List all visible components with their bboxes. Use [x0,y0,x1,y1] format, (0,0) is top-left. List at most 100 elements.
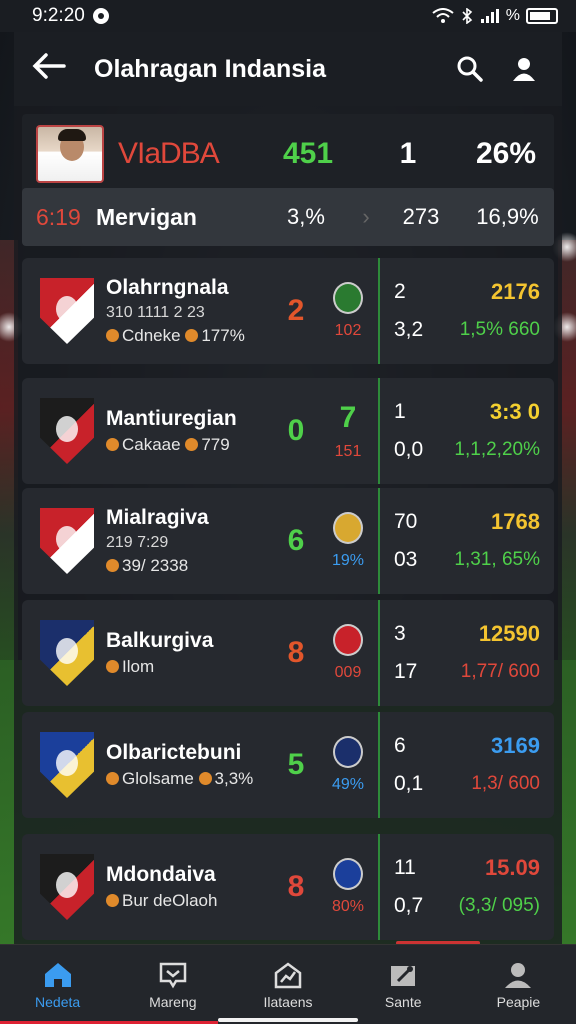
team-info: Olbarictebuni Glolsame 3,3% [106,741,274,789]
opponent-crest-icon [333,736,363,768]
app-bar: Olahragan Indansia [14,32,562,106]
signal-text: % [505,7,520,24]
stat-c: 0,7 [394,894,424,917]
profile-icon[interactable] [504,49,544,89]
team-name: Olahrngnala [106,276,229,299]
battery-icon [526,8,558,24]
match-row[interactable]: Olahrngnala 310 1111 2 23 Cdneke 177% 2 102 2… [22,258,554,364]
match-score: 8 [287,870,305,903]
match-stats: 11 15.09 0,7 (3,3/ 095) [380,855,554,919]
summary-row[interactable]: 6:19 Mervigan 3,% › 273 16,9% [22,188,554,246]
nav-label: Peapie [496,993,541,1010]
stat-d: 1,5% 660 [459,319,540,340]
summary-time: 6:19 [36,203,81,230]
nav-item-people[interactable]: Peapie [461,945,576,1024]
team-info: Mdondaiva Bur deOlaoh [106,863,274,911]
stat-a: 2 [394,280,406,303]
match-row[interactable]: Mantiuregian Cakaae 779 0 7 151 1 3:3 0 0,0 1,1,… [22,378,554,484]
stat-c: 0,0 [394,438,424,461]
team-info: Olahrngnala 310 1111 2 23 Cdneke 177% [106,276,274,346]
nav-item-messages[interactable]: Mareng [115,945,230,1024]
team-meta-text-2: 3,3% [214,769,254,788]
opponent-block: 19% [318,512,378,570]
summary-value-a: 3,% [287,204,325,229]
stat-b: 15.09 [484,855,540,880]
match-score: 5 [287,748,305,781]
stat-b: 1768 [491,509,540,534]
nav-item-home[interactable]: Nedeta [0,945,115,1024]
team-name: Mialragiva [106,506,209,529]
stat-a: 6 [394,734,406,757]
team-meta: Ilom [106,657,274,677]
coin-icon [106,660,119,673]
home-icon [42,960,74,990]
team-crest-icon [40,398,94,464]
featured-value-3: 26% [475,137,537,170]
coin-icon [198,772,212,785]
stat-c: 3,2 [394,318,424,341]
opponent-block: 80% [318,858,378,916]
coin-icon [185,329,199,342]
stat-d: 1,77/ 600 [460,661,540,682]
match-row[interactable]: Mdondaiva Bur deOlaoh 8 80% 11 15.09 0,7 (3,3/ … [22,834,554,940]
chevron-right-icon: › [362,204,370,229]
team-crest-icon [40,854,94,920]
map-icon [387,960,419,990]
stat-d: 1,31, 65% [454,549,540,570]
chat-icon [157,960,189,990]
match-score: 0 [287,414,305,447]
opponent-crest-icon [333,282,363,314]
wifi-icon [432,8,454,23]
team-meta: Cakaae 779 [106,435,274,455]
match-row[interactable]: Mialragiva 219 7:29 39/ 2338 6 19% 70 1768 03 1,… [22,488,554,594]
opponent-block: 7 151 [318,401,378,461]
team-crest-icon [40,278,94,344]
nav-item-stats[interactable]: Ilataens [230,945,345,1024]
opponent-value: 19% [331,552,365,569]
coin-icon [106,438,119,451]
opponent-value: 102 [334,322,362,339]
status-bar: 9:2:20 % [0,0,576,32]
summary-value-c: 16,9% [476,204,539,229]
match-row[interactable]: Olbarictebuni Glolsame 3,3% 5 49% 6 3169 0,1 1,… [22,712,554,818]
coin-icon [106,559,119,572]
bluetooth-icon [462,8,472,24]
opponent-block: 102 [318,282,378,340]
coin-icon [106,894,119,907]
stat-c: 0,1 [394,772,424,795]
stat-a: 70 [394,510,418,533]
opponent-crest-icon [333,512,363,544]
team-meta: 39/ 2338 [106,556,274,576]
team-meta-text: Glolsame [122,769,194,788]
match-row[interactable]: Balkurgiva Ilom 8 009 3 12590 17 1,77/ 600 [22,600,554,706]
search-icon[interactable] [450,49,490,89]
match-score-secondary: 7 [339,401,357,434]
summary-value-b: 273 [402,204,440,229]
team-meta-text-2: 779 [201,435,230,454]
opponent-block: 49% [318,736,378,794]
team-name: Mdondaiva [106,863,216,886]
person-icon [502,960,534,990]
coin-icon [106,772,119,785]
match-stats: 1 3:3 0 0,0 1,1,2,20% [380,399,554,463]
stat-a: 3 [394,622,406,645]
nav-label: Mareng [149,993,197,1010]
opponent-block: 009 [318,624,378,682]
team-crest-icon [40,508,94,574]
stat-d: 1,3/ 600 [471,773,540,794]
nav-item-map[interactable]: Sante [346,945,461,1024]
team-meta: Cdneke 177% [106,326,274,346]
team-meta-text: Cakaae [122,435,181,454]
stat-a: 11 [394,856,416,879]
featured-player-row[interactable]: VIaDBA 451 1 26% [22,114,554,194]
team-crest-icon [40,620,94,686]
coin-icon [185,438,199,451]
home-indicator [218,1018,358,1022]
team-name: Olbarictebuni [106,741,242,764]
featured-value-2: 1 [399,137,417,170]
back-arrow-icon[interactable] [32,52,76,86]
status-time: 9:2:20 [32,5,85,26]
page-title: Olahragan Indansia [94,54,327,83]
opponent-value: 151 [334,443,362,460]
team-meta: Bur deOlaoh [106,891,274,911]
